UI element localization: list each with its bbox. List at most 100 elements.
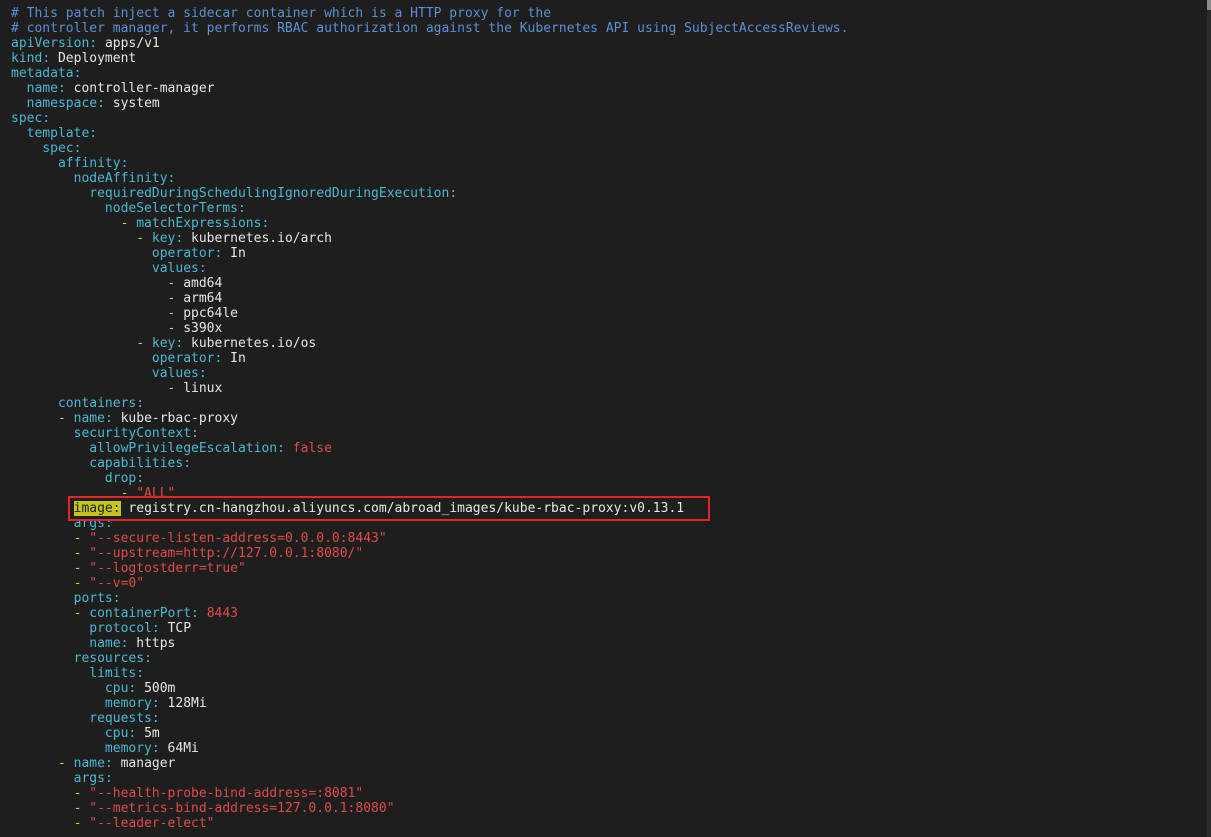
yaml-editor-content[interactable]: # This patch inject a sidecar container … xyxy=(11,6,848,831)
code-line: allowPrivilegeEscalation: false xyxy=(11,441,848,456)
yaml-value: kube-rbac-proxy xyxy=(120,411,238,426)
list-dash: - xyxy=(167,276,184,291)
yaml-key: : xyxy=(136,666,145,681)
code-line: protocol: TCP xyxy=(11,621,848,636)
code-line: nodeAffinity: xyxy=(11,171,848,186)
yaml-value: In xyxy=(230,246,246,261)
yaml-value: amd64 xyxy=(183,276,223,291)
yaml-key: protocol xyxy=(89,621,152,636)
yaml-key: requests xyxy=(89,711,152,726)
code-line: - key: kubernetes.io/arch xyxy=(11,231,848,246)
code-line: operator: In xyxy=(11,246,848,261)
code-line: drop: xyxy=(11,471,848,486)
yaml-value: 5m xyxy=(144,726,160,741)
code-line: cpu: 500m xyxy=(11,681,848,696)
yaml-value: s390x xyxy=(183,321,223,336)
code-line: values: xyxy=(11,366,848,381)
yaml-key: : xyxy=(57,81,74,96)
list-dash: - xyxy=(167,321,184,336)
list-dash: - xyxy=(73,561,90,576)
code-line: template: xyxy=(11,126,848,141)
yaml-value: Deployment xyxy=(57,51,137,66)
code-line: requiredDuringSchedulingIgnoredDuringExe… xyxy=(11,186,848,201)
list-dash: - xyxy=(73,801,90,816)
yaml-key: : xyxy=(175,231,192,246)
yaml-key: nodeSelectorTerms xyxy=(104,201,238,216)
code-line: - "--metrics-bind-address=127.0.0.1:8080… xyxy=(11,801,848,816)
code-line: - name: kube-rbac-proxy xyxy=(11,411,848,426)
yaml-string: "--upstream=http://127.0.0.1:8080/" xyxy=(89,546,364,561)
code-line: memory: 64Mi xyxy=(11,741,848,756)
code-line: resources: xyxy=(11,651,848,666)
yaml-key: : xyxy=(183,456,192,471)
yaml-boolean: false xyxy=(292,441,332,456)
yaml-string: "--metrics-bind-address=127.0.0.1:8080" xyxy=(89,801,395,816)
code-line: - "ALL" xyxy=(11,486,848,501)
yaml-key: : xyxy=(191,426,199,441)
scrollbar-thumb[interactable] xyxy=(1207,0,1211,10)
yaml-key: : xyxy=(112,591,121,606)
code-line: args: xyxy=(11,516,848,531)
yaml-string: "--leader-elect" xyxy=(89,816,215,831)
vertical-scrollbar[interactable] xyxy=(1207,0,1211,837)
yaml-key: drop xyxy=(104,471,137,486)
yaml-number: 8443 xyxy=(206,606,238,621)
yaml-key: ports xyxy=(73,591,113,606)
code-line: # controller manager, it performs RBAC a… xyxy=(11,21,848,36)
yaml-value: registry.cn-hangzhou.aliyuncs.com/abroad… xyxy=(128,501,685,516)
yaml-key: args xyxy=(73,516,105,531)
yaml-key: : xyxy=(214,351,231,366)
list-dash: - xyxy=(167,381,184,396)
code-line: values: xyxy=(11,261,848,276)
code-line: spec: xyxy=(11,141,848,156)
terminal-window[interactable]: # This patch inject a sidecar container … xyxy=(0,0,1211,837)
list-dash: - xyxy=(120,486,137,501)
code-line: ports: xyxy=(11,591,848,606)
code-line: capabilities: xyxy=(11,456,848,471)
code-line: args: xyxy=(11,771,848,786)
yaml-key: cpu xyxy=(104,726,129,741)
code-line: securityContext: xyxy=(11,426,848,441)
yaml-key: : xyxy=(97,96,113,111)
search-match-highlight: image: xyxy=(73,501,121,516)
yaml-value: TCP xyxy=(167,621,192,636)
yaml-value: linux xyxy=(183,381,223,396)
list-dash: - xyxy=(167,291,184,306)
yaml-value: In xyxy=(230,351,246,366)
yaml-key: allowPrivilegeEscalation xyxy=(89,441,278,456)
yaml-key: : xyxy=(198,261,207,276)
comment-text: # This patch inject a sidecar container … xyxy=(11,6,552,21)
code-line: name: https xyxy=(11,636,848,651)
yaml-value: arm64 xyxy=(183,291,223,306)
yaml-key: : xyxy=(151,696,168,711)
yaml-key: : xyxy=(104,756,121,771)
yaml-key: : xyxy=(89,126,98,141)
yaml-key: : xyxy=(198,366,207,381)
yaml-value: controller-manager xyxy=(73,81,215,96)
